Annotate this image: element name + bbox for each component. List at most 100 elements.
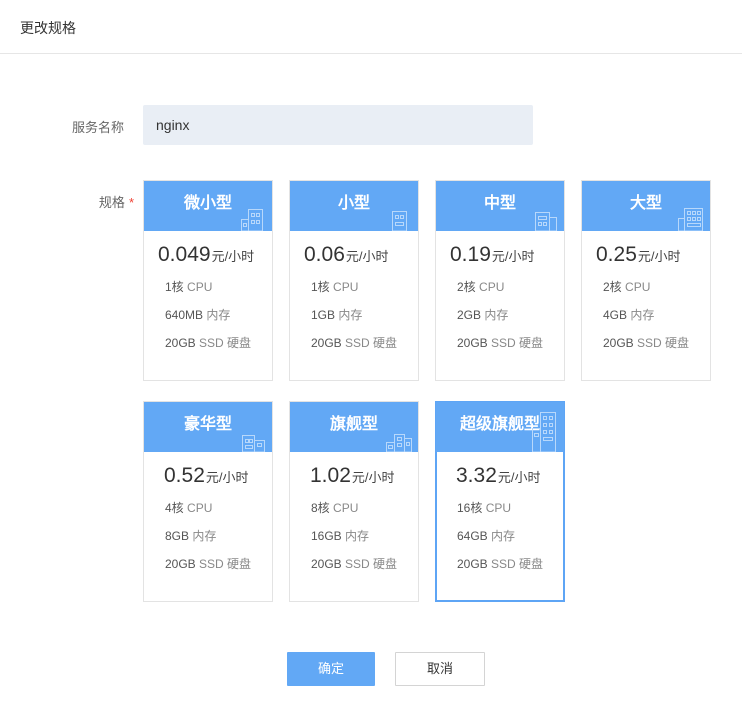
spec-card-micro[interactable]: 微小型 0.049元/小时 1核 CPU 640MB 内存 20GB SSD 硬… <box>143 180 273 381</box>
spec-memory: 64GB 内存 <box>457 522 563 550</box>
spec-disk: 20GB SSD 硬盘 <box>311 550 418 578</box>
spec-cpu-unit: CPU <box>187 280 213 294</box>
spec-cpu: 16核 CPU <box>457 494 563 522</box>
spec-card-name: 大型 <box>629 195 662 212</box>
spec-card-medium[interactable]: 中型 0.19元/小时 2核 CPU 2GB 内存 20GB SSD 硬盘 <box>435 180 565 381</box>
spec-cpu-unit: CPU <box>187 501 213 515</box>
spec-price-unit: 元/小时 <box>205 470 249 485</box>
building-decoration-icon <box>386 434 412 452</box>
spec-card-large[interactable]: 大型 0.25元/小时 2核 CPU 4GB 内存 20GB SSD 硬盘 <box>581 180 711 381</box>
spec-price: 1.02元/小时 <box>310 464 418 488</box>
cancel-button[interactable]: 取消 <box>395 652 485 686</box>
spec-disk-unit: SSD 硬盘 <box>345 557 398 571</box>
spec-memory-value: 640MB <box>165 308 204 322</box>
spec-disk-value: 20GB <box>165 557 196 571</box>
spec-cpu-value: 1核 <box>165 280 184 294</box>
confirm-button[interactable]: 确定 <box>287 652 375 686</box>
spec-disk-unit: SSD 硬盘 <box>637 336 690 350</box>
spec-memory-value: 1GB <box>311 308 336 322</box>
spec-card-header: 旗舰型 <box>290 402 418 452</box>
spec-card-name: 超级旗舰型 <box>459 416 540 433</box>
spec-card-header: 超级旗舰型 <box>436 402 564 452</box>
spec-disk: 20GB SSD 硬盘 <box>311 329 418 357</box>
spec-memory-value: 4GB <box>603 308 628 322</box>
spec-memory-value: 16GB <box>311 529 342 543</box>
spec-price-value: 0.049 <box>158 243 211 266</box>
spec-card-name: 旗舰型 <box>329 416 378 433</box>
required-mark: * <box>128 195 134 210</box>
spec-cpu-unit: CPU <box>479 280 505 294</box>
spec-cpu-value: 1核 <box>311 280 330 294</box>
building-decoration-icon <box>532 412 556 452</box>
spec-disk-value: 20GB <box>311 557 342 571</box>
dialog-header: 更改规格 <box>0 0 742 54</box>
service-name-label: 服务名称 <box>71 120 124 135</box>
spec-disk-value: 20GB <box>603 336 634 350</box>
spec-price-value: 0.52 <box>164 464 205 487</box>
spec-cpu-value: 4核 <box>165 501 184 515</box>
spec-memory-value: 64GB <box>457 529 488 543</box>
spec-cpu: 1核 CPU <box>165 273 272 301</box>
spec-card-header: 豪华型 <box>144 402 272 452</box>
spec-cpu-value: 16核 <box>457 501 483 515</box>
spec-label: 规格 * <box>40 192 134 211</box>
building-decoration-icon <box>678 208 703 231</box>
spec-cpu: 2核 CPU <box>457 273 564 301</box>
spec-memory-unit: 内存 <box>345 529 370 543</box>
spec-price-value: 0.06 <box>304 243 345 266</box>
spec-card-header: 微小型 <box>144 181 272 231</box>
spec-memory: 640MB 内存 <box>165 301 272 329</box>
spec-memory: 1GB 内存 <box>311 301 418 329</box>
spec-price: 3.32元/小时 <box>456 464 563 488</box>
spec-memory-unit: 内存 <box>484 308 509 322</box>
spec-price-unit: 元/小时 <box>345 249 389 264</box>
spec-disk-value: 20GB <box>311 336 342 350</box>
spec-memory: 4GB 内存 <box>603 301 710 329</box>
spec-card-name: 中型 <box>483 195 516 212</box>
spec-cpu: 1核 CPU <box>311 273 418 301</box>
spec-memory-value: 2GB <box>457 308 482 322</box>
spec-disk: 20GB SSD 硬盘 <box>603 329 710 357</box>
spec-card-header: 小型 <box>290 181 418 231</box>
spec-cpu-value: 2核 <box>457 280 476 294</box>
spec-memory: 8GB 内存 <box>165 522 272 550</box>
service-name-field[interactable]: nginx <box>143 105 533 145</box>
spec-memory: 2GB 内存 <box>457 301 564 329</box>
spec-cpu: 4核 CPU <box>165 494 272 522</box>
spec-card-deluxe[interactable]: 豪华型 0.52元/小时 4核 CPU 8GB 内存 20GB SSD 硬盘 <box>143 401 273 602</box>
building-decoration-icon <box>392 211 407 231</box>
spec-disk: 20GB SSD 硬盘 <box>457 550 563 578</box>
spec-disk-unit: SSD 硬盘 <box>491 557 544 571</box>
spec-disk-unit: SSD 硬盘 <box>345 336 398 350</box>
spec-card-name: 微小型 <box>183 195 232 212</box>
spec-label-text: 规格 <box>98 195 125 210</box>
dialog-title: 更改规格 <box>20 20 76 36</box>
spec-cpu-unit: CPU <box>485 501 512 515</box>
spec-price: 0.049元/小时 <box>158 243 272 267</box>
spec-cpu-value: 2核 <box>603 280 622 294</box>
spec-disk-unit: SSD 硬盘 <box>199 336 252 350</box>
spec-memory: 16GB 内存 <box>311 522 418 550</box>
building-decoration-icon <box>535 212 557 231</box>
spec-price: 0.52元/小时 <box>164 464 272 488</box>
spec-memory-unit: 内存 <box>338 308 363 322</box>
spec-disk-value: 20GB <box>165 336 196 350</box>
spec-card-small[interactable]: 小型 0.06元/小时 1核 CPU 1GB 内存 20GB SSD 硬盘 <box>289 180 419 381</box>
spec-cpu-unit: CPU <box>625 280 651 294</box>
spec-card-name: 豪华型 <box>183 416 232 433</box>
spec-price-unit: 元/小时 <box>497 470 541 485</box>
building-decoration-icon <box>241 209 263 231</box>
spec-price: 0.25元/小时 <box>596 243 710 267</box>
spec-cpu: 2核 CPU <box>603 273 710 301</box>
spec-card-super-flagship[interactable]: 超级旗舰型 3.32元/小时 16核 CPU 64GB 内存 20GB SSD … <box>435 401 565 602</box>
spec-cpu-unit: CPU <box>333 501 359 515</box>
spec-disk: 20GB SSD 硬盘 <box>165 329 272 357</box>
spec-cpu: 8核 CPU <box>311 494 418 522</box>
spec-card-flagship[interactable]: 旗舰型 1.02元/小时 8核 CPU 16GB 内存 20GB SSD 硬盘 <box>289 401 419 602</box>
building-decoration-icon <box>242 435 265 452</box>
spec-card-header: 大型 <box>582 181 710 231</box>
spec-disk: 20GB SSD 硬盘 <box>165 550 272 578</box>
spec-disk: 20GB SSD 硬盘 <box>457 329 564 357</box>
spec-disk-unit: SSD 硬盘 <box>491 336 544 350</box>
spec-cpu-value: 8核 <box>311 501 330 515</box>
